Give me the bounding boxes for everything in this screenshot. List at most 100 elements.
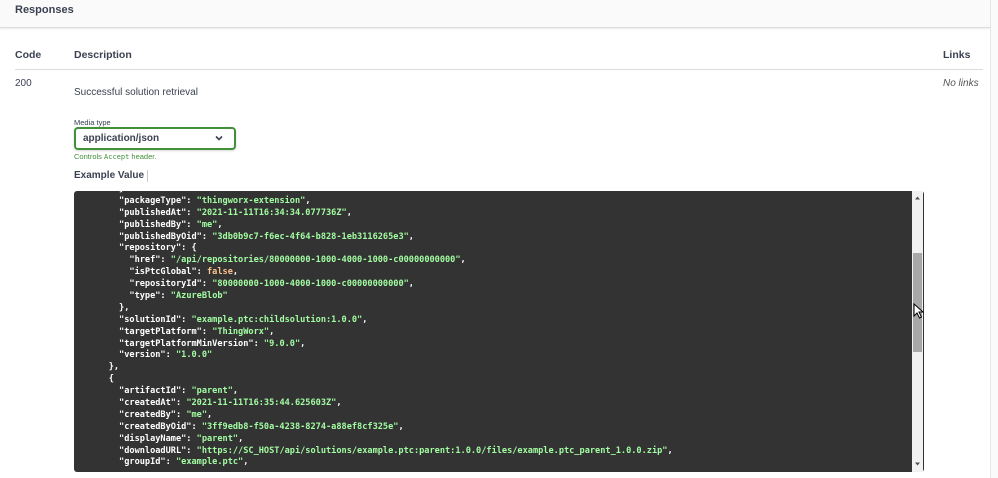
code-block-scrollbar[interactable]	[912, 191, 923, 472]
media-type-select[interactable]: application/json	[74, 127, 236, 150]
code-token: "groupId":	[88, 457, 176, 468]
code-token: "me"	[186, 409, 208, 420]
column-header-code: Code	[15, 49, 42, 61]
code-token: "publishedAt":	[88, 207, 197, 218]
media-type-selected-value: application/json	[83, 133, 160, 144]
responses-section-header: Responses	[0, 0, 990, 28]
code-token: ,	[398, 421, 404, 432]
tab-example-value[interactable]: Example Value	[74, 170, 144, 181]
code-line: "artifactId": "parent",	[88, 386, 908, 398]
media-type-label: Media type	[74, 118, 111, 127]
code-token: "https://SC_HOST/api/solutions/example.p…	[196, 445, 668, 456]
code-token: ,	[300, 338, 306, 349]
code-token: ,	[362, 314, 368, 325]
code-token: "createdBy":	[88, 409, 187, 420]
code-token: "downloadURL":	[88, 445, 197, 456]
code-token: ,	[243, 457, 249, 468]
code-line: "createdBy": "me",	[88, 410, 908, 422]
code-line: "href": "/api/repositories/80000000-1000…	[88, 255, 908, 267]
code-token: ,	[217, 219, 223, 230]
code-line: "createdAt": "2021-11-11T16:35:44.625603…	[88, 398, 908, 410]
code-token: ,	[408, 279, 414, 290]
code-token: "solutionId":	[88, 314, 192, 325]
media-type-note-code: Accept	[104, 153, 130, 161]
code-line: "publishedBy": "me",	[88, 220, 908, 232]
column-header-links: Links	[943, 49, 971, 61]
code-token: },	[88, 302, 130, 313]
code-token: ,	[336, 398, 342, 409]
chevron-down-icon	[215, 135, 223, 141]
code-line: {	[88, 374, 908, 386]
code-token: "targetPlatformMinVersion":	[88, 338, 264, 349]
code-token: {	[88, 374, 114, 385]
column-header-description: Description	[74, 49, 132, 61]
json-code-lines: } "packageType": "thingworx-extension", …	[88, 191, 908, 469]
code-token: "thingworx-extension"	[196, 195, 306, 206]
code-token: "href":	[88, 255, 171, 266]
code-token: ,	[238, 433, 244, 444]
code-token: "repositoryId":	[88, 279, 213, 290]
code-token: "type":	[88, 291, 171, 302]
code-token: "targetPlatform":	[88, 326, 213, 337]
code-token: ,	[346, 207, 352, 218]
code-token: "example.ptc"	[175, 457, 244, 468]
code-token: ,	[232, 386, 239, 397]
code-token: ,	[232, 267, 239, 278]
code-token: "publishedBy":	[88, 219, 197, 230]
responses-title: Responses	[15, 4, 74, 16]
code-token: "3db0b9c7-f6ec-4f64-b828-1eb3116265e3"	[212, 231, 409, 242]
code-line: "isPtcGlobal": false,	[88, 267, 908, 279]
code-line: "groupId": "example.ptc",	[88, 457, 908, 469]
code-token: "packageType":	[88, 195, 197, 206]
code-line: "repositoryId": "80000000-1000-4000-1000…	[88, 279, 908, 291]
code-line: "targetPlatform": "ThingWorx",	[88, 327, 908, 339]
code-line: "type": "AzureBlob"	[88, 291, 908, 303]
code-token: ,	[460, 255, 466, 266]
code-line: "version": "1.0.0"	[88, 350, 908, 362]
code-token: "parent"	[191, 386, 233, 397]
code-token: "80000000-1000-4000-1000-c00000000000"	[212, 279, 409, 290]
code-token: "9.0.0"	[263, 338, 301, 349]
page-right-edge	[990, 0, 998, 478]
code-token: ,	[408, 231, 414, 242]
code-token: ,	[667, 445, 673, 456]
tab-separator	[147, 170, 148, 182]
code-line: "downloadURL": "https://SC_HOST/api/solu…	[88, 446, 908, 458]
code-token: },	[88, 362, 120, 373]
responses-table-header: Code Description Links	[0, 40, 990, 70]
code-token: ,	[305, 195, 311, 206]
code-token: "displayName":	[88, 433, 197, 444]
code-line: "packageType": "thingworx-extension",	[88, 196, 908, 208]
code-line: "createdByOid": "3ff9edb8-f50a-4238-8274…	[88, 422, 908, 434]
code-token: ,	[207, 409, 213, 420]
code-line: "publishedByOid": "3db0b9c7-f6ec-4f64-b8…	[88, 232, 908, 244]
code-token: "parent"	[196, 433, 239, 444]
code-line: },	[88, 303, 908, 315]
code-token: "3ff9edb8-f50a-4238-8274-a88ef8cf325e"	[201, 421, 399, 432]
code-token: "1.0.0"	[175, 350, 213, 361]
example-value-code-block[interactable]: } "packageType": "thingworx-extension", …	[74, 191, 924, 472]
code-line: "targetPlatformMinVersion": "9.0.0",	[88, 339, 908, 351]
code-token: "publishedByOid":	[88, 231, 213, 242]
mouse-pointer-icon	[913, 303, 925, 319]
code-token: "ThingWorx"	[212, 326, 270, 337]
code-line: "displayName": "parent",	[88, 434, 908, 446]
media-type-note-prefix: Controls	[74, 152, 105, 161]
code-token: "isPtcGlobal":	[88, 267, 207, 278]
code-line: "solutionId": "example.ptc:childsolution…	[88, 315, 908, 327]
response-description: Successful solution retrieval	[74, 87, 198, 98]
code-token: "example.ptc:childsolution:1.0.0"	[191, 314, 363, 325]
code-token: "createdAt":	[88, 398, 187, 409]
code-line: "publishedAt": "2021-11-11T16:34:34.0777…	[88, 208, 908, 220]
code-line: },	[88, 362, 908, 374]
code-token: "2021-11-11T16:35:44.625603Z"	[186, 398, 337, 409]
code-token: "AzureBlob"	[170, 291, 228, 302]
code-token: "2021-11-11T16:34:34.077736Z"	[196, 207, 347, 218]
media-type-note-suffix: header.	[129, 152, 157, 161]
scroll-up-arrow-icon[interactable]	[912, 193, 923, 203]
media-type-note: Controls Accept header.	[74, 152, 156, 161]
code-token: }	[88, 191, 124, 194]
table-header-divider	[15, 69, 983, 70]
code-token: "repository": {	[88, 243, 197, 254]
scroll-down-arrow-icon[interactable]	[912, 459, 923, 469]
